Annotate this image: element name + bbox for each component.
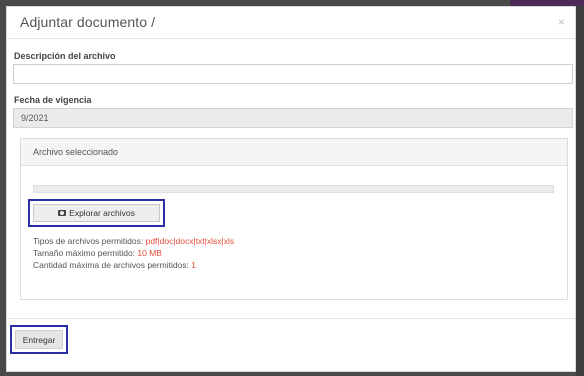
- upload-progress-bar: [33, 185, 554, 193]
- allowed-types-line: Tipos de archivos permitidos: pdf|doc|do…: [33, 236, 234, 246]
- panel-heading: Archivo seleccionado: [21, 139, 567, 166]
- max-size-label: Tamaño máximo permitido:: [33, 248, 138, 258]
- allowed-types-label: Tipos de archivos permitidos:: [33, 236, 146, 246]
- max-files-value: 1: [191, 260, 196, 270]
- submit-highlight: Entregar: [10, 325, 68, 354]
- max-size-line: Tamaño máximo permitido: 10 MB: [33, 248, 162, 258]
- explore-files-label: Explorar archivos: [69, 208, 135, 218]
- explore-highlight: Explorar archivos: [28, 199, 165, 227]
- backdrop: [576, 0, 584, 376]
- footer-divider: [7, 318, 575, 319]
- selected-file-panel: Archivo seleccionado Explorar archivos T…: [20, 138, 568, 300]
- modal-title: Adjuntar documento /: [20, 14, 156, 30]
- modal-header: Adjuntar documento / ×: [7, 7, 575, 39]
- max-size-value: 10 MB: [137, 248, 162, 258]
- close-icon[interactable]: ×: [558, 15, 565, 29]
- description-label: Descripción del archivo: [14, 51, 116, 61]
- date-label: Fecha de vigencia: [14, 95, 92, 105]
- allowed-types-value: pdf|doc|docx|txt|xlsx|xls: [145, 236, 235, 246]
- date-input[interactable]: [13, 108, 573, 128]
- explore-files-button[interactable]: Explorar archivos: [33, 204, 160, 222]
- submit-button[interactable]: Entregar: [15, 330, 63, 349]
- attach-document-modal: Adjuntar documento / × Descripción del a…: [6, 6, 576, 372]
- camera-icon: [58, 210, 67, 216]
- panel-title: Archivo seleccionado: [33, 147, 119, 157]
- description-input[interactable]: [13, 64, 573, 84]
- max-files-label: Cantidad máxima de archivos permitidos:: [33, 260, 192, 270]
- max-files-line: Cantidad máxima de archivos permitidos: …: [33, 260, 196, 270]
